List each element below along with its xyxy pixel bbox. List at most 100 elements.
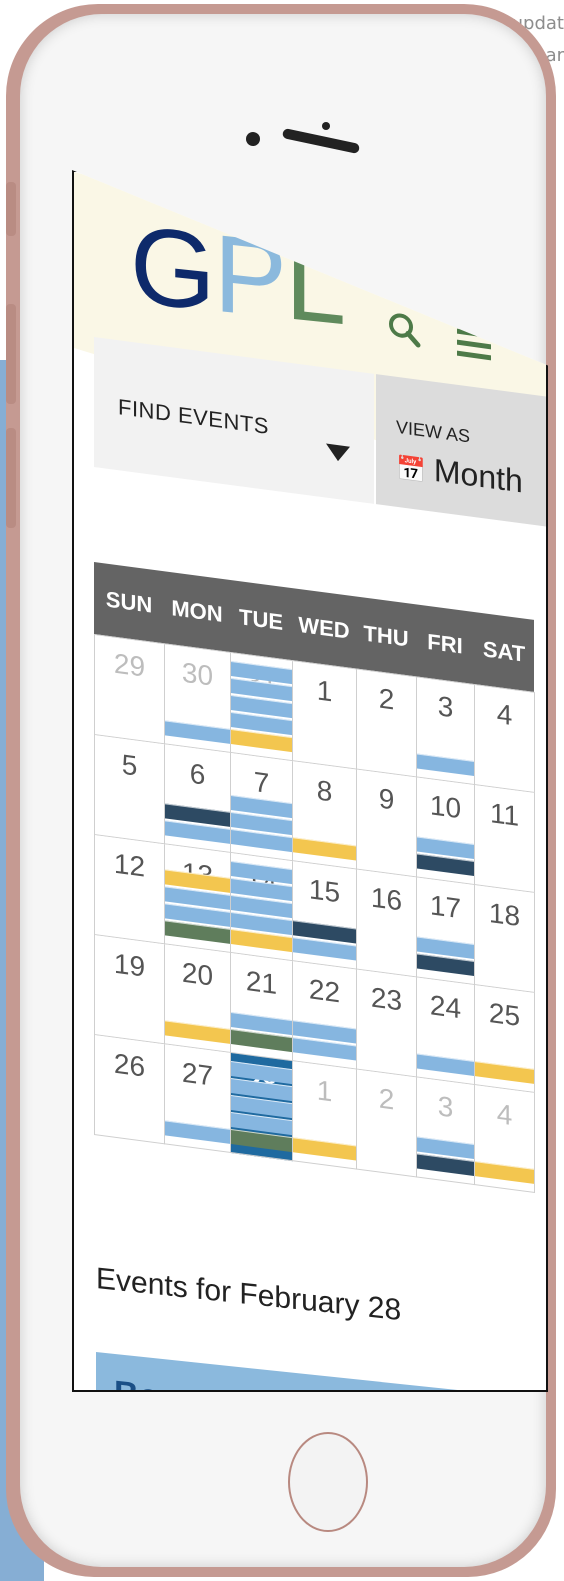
- calendar-day[interactable]: 6: [165, 744, 231, 854]
- view-as-selector[interactable]: VIEW AS 📅 Month: [376, 374, 546, 527]
- day-number: 3: [437, 1090, 454, 1124]
- day-number: 3: [437, 690, 454, 724]
- calendar-day-today[interactable]: 28: [231, 1053, 293, 1162]
- calendar-day[interactable]: 1: [293, 1061, 357, 1170]
- day-number: 16: [370, 881, 403, 917]
- calendar-day[interactable]: 29: [95, 635, 165, 745]
- find-events-label: FIND EVENTS: [118, 394, 269, 440]
- day-number: 12: [113, 847, 146, 883]
- day-number: 2: [378, 682, 395, 716]
- calendar-day[interactable]: 11: [475, 785, 535, 894]
- event-bars: [231, 1012, 292, 1053]
- event-bars: [165, 720, 230, 744]
- calendar-day[interactable]: 4: [475, 1085, 535, 1194]
- calendar-day[interactable]: 26: [95, 1035, 165, 1145]
- day-number: 23: [370, 981, 403, 1017]
- calendar-day[interactable]: 30: [165, 644, 231, 754]
- day-number: 27: [181, 1056, 214, 1092]
- event-bars: [417, 1053, 474, 1077]
- event-title[interactable]: Bouncing Books and Babies: [114, 1374, 536, 1390]
- weekday-sat: SAT: [482, 636, 526, 667]
- event-bar[interactable]: [165, 720, 230, 744]
- event-bars: [475, 1061, 534, 1084]
- day-number: 5: [121, 748, 138, 782]
- event-bars: [231, 861, 292, 953]
- caret-down-icon: [326, 443, 350, 463]
- calendar-day[interactable]: 3: [417, 1077, 475, 1186]
- calendar-day[interactable]: 27: [165, 1044, 231, 1154]
- event-bar[interactable]: [165, 1020, 230, 1044]
- event-bar[interactable]: [417, 1053, 474, 1077]
- event-bars: [293, 920, 356, 961]
- calendar-day[interactable]: 14: [231, 853, 293, 962]
- weekday-wed: WED: [298, 611, 350, 644]
- event-bars: [231, 1061, 292, 1153]
- event-bars: [293, 837, 356, 861]
- calendar-day[interactable]: 9: [357, 769, 417, 878]
- day-number: 30: [181, 656, 214, 692]
- day-number: 19: [113, 947, 146, 983]
- event-bar[interactable]: [475, 1161, 534, 1184]
- calendar-day[interactable]: 7: [231, 753, 293, 862]
- event-bars: [165, 1020, 230, 1044]
- view-as-label: VIEW AS: [396, 416, 471, 447]
- calendar-day[interactable]: 16: [357, 869, 417, 978]
- calendar-day[interactable]: 22: [293, 961, 357, 1070]
- event-bar[interactable]: [475, 1061, 534, 1084]
- calendar-day[interactable]: 4: [475, 685, 535, 794]
- day-number: 1: [316, 674, 333, 708]
- event-bars: [165, 1120, 230, 1144]
- calendar-day[interactable]: 17: [417, 877, 475, 986]
- home-button[interactable]: [288, 1432, 368, 1532]
- calendar-day[interactable]: 13: [165, 844, 231, 954]
- event-bars: [293, 1137, 356, 1161]
- day-number: 29: [113, 647, 146, 683]
- event-bars: [475, 1161, 534, 1184]
- event-card[interactable]: Bouncing Books and Babies: [96, 1352, 536, 1390]
- calendar-day[interactable]: 1: [293, 661, 357, 770]
- calendar-day[interactable]: 24: [417, 977, 475, 1086]
- weekday-mon: MON: [171, 595, 223, 627]
- calendar-day[interactable]: 10: [417, 777, 475, 886]
- day-number: 18: [488, 896, 521, 933]
- event-bar[interactable]: [293, 837, 356, 861]
- weekday-thu: THU: [363, 620, 409, 652]
- event-bar[interactable]: [417, 753, 474, 777]
- day-number: 20: [181, 956, 214, 992]
- calendar-day[interactable]: 20: [165, 944, 231, 1054]
- calendar-day[interactable]: 15: [293, 861, 357, 970]
- mute-switch: [6, 182, 16, 236]
- weekday-sun: SUN: [105, 586, 153, 618]
- event-bars: [417, 1136, 474, 1177]
- calendar-day[interactable]: 2: [357, 1069, 417, 1178]
- calendar-day[interactable]: 25: [475, 985, 535, 1094]
- event-bar[interactable]: [165, 1120, 230, 1144]
- volume-down-button: [6, 428, 16, 528]
- day-number: 8: [316, 774, 333, 808]
- calendar-day[interactable]: 19: [95, 935, 165, 1045]
- month-calendar: SUNMONTUEWEDTHUFRISAT 293031123456789101…: [94, 562, 535, 1220]
- event-bars: [165, 803, 230, 844]
- day-number: 11: [489, 797, 520, 832]
- day-number: 1: [316, 1074, 333, 1108]
- event-bars: [417, 753, 474, 777]
- calendar-day[interactable]: 5: [95, 735, 165, 845]
- calendar-day[interactable]: 23: [357, 969, 417, 1078]
- weekday-fri: FRI: [427, 628, 463, 659]
- calendar-day[interactable]: 8: [293, 761, 357, 870]
- calendar-day[interactable]: 21: [231, 953, 293, 1062]
- calendar-day[interactable]: 31: [231, 653, 293, 762]
- day-number: 2: [378, 1082, 395, 1116]
- day-number: 25: [488, 996, 521, 1033]
- event-bar[interactable]: [293, 1137, 356, 1161]
- calendar-day[interactable]: 3: [417, 677, 475, 786]
- view-as-value: 📅 Month: [396, 447, 523, 501]
- day-number: 10: [429, 789, 462, 825]
- calendar-grid: 2930311234567891011121314151617181920212…: [94, 634, 535, 1194]
- calendar-day[interactable]: 2: [357, 669, 417, 778]
- calendar-day[interactable]: 18: [475, 885, 535, 994]
- search-icon[interactable]: [384, 309, 424, 355]
- volume-up-button: [6, 304, 16, 404]
- calendar-day[interactable]: 12: [95, 835, 165, 945]
- event-bars: [417, 936, 474, 977]
